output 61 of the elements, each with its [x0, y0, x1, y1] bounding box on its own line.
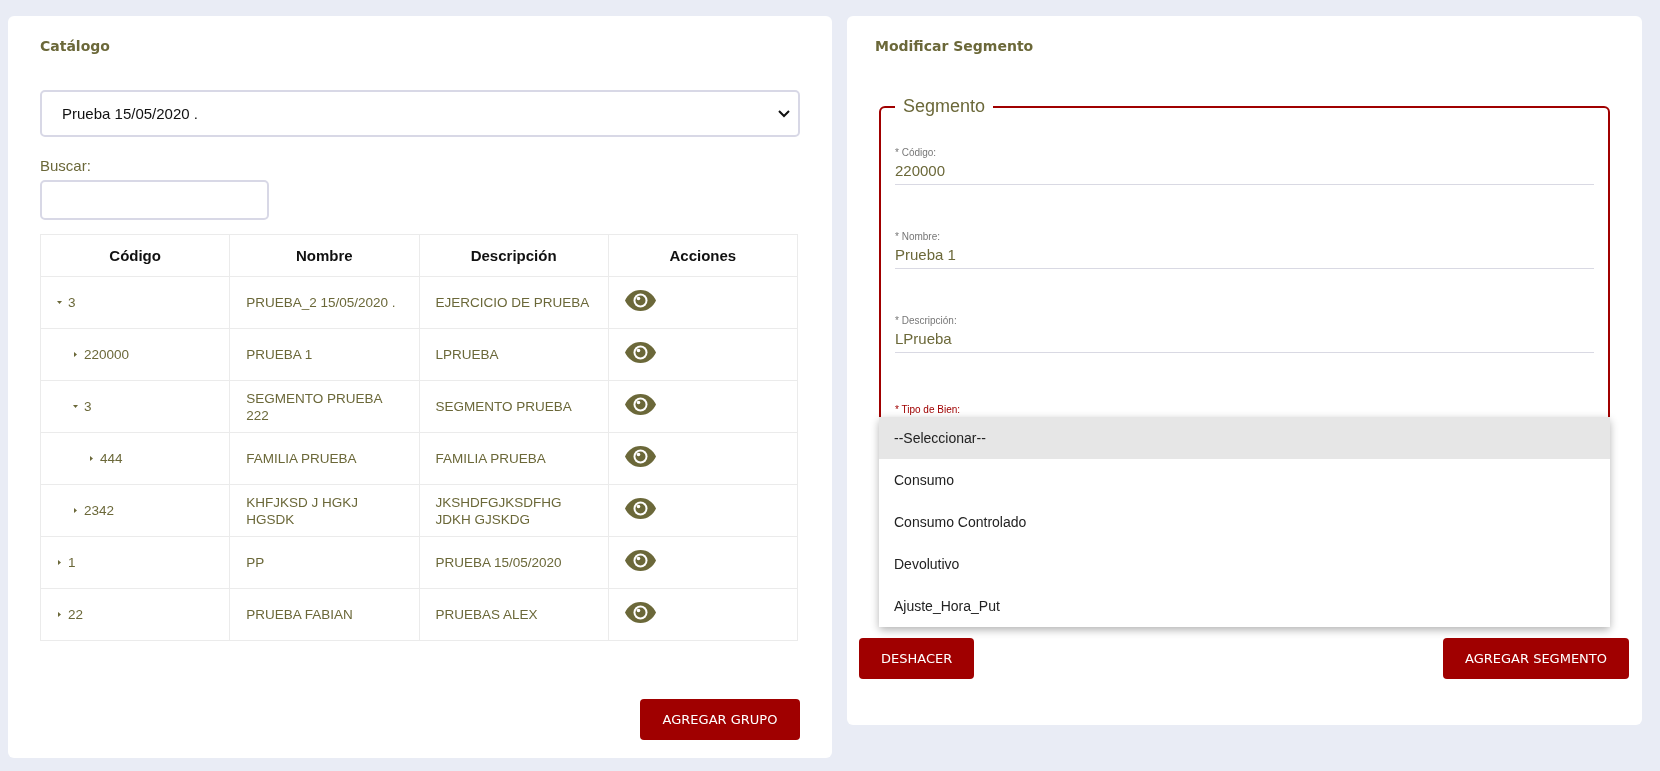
field-label: * Tipo de Bien: — [895, 404, 961, 415]
description-text: LPRUEBA — [435, 347, 499, 362]
fieldset-legend: Segmento — [903, 96, 986, 116]
dropdown-option[interactable]: --Seleccionar-- — [879, 417, 1610, 459]
column-header: Acciones — [669, 247, 737, 264]
description-text: PRUEBA 15/05/2020 — [435, 555, 562, 570]
catalog-select[interactable]: Prueba 15/05/2020 . — [40, 90, 800, 137]
dropdown-option[interactable]: Devolutivo — [879, 543, 1610, 585]
caret-right-icon[interactable] — [73, 508, 78, 513]
caret-down-icon[interactable] — [73, 404, 78, 409]
code-text: 2342 — [84, 502, 115, 519]
text-field[interactable]: 220000 — [895, 162, 1594, 185]
chevron-down-icon — [778, 109, 790, 118]
dropdown-option[interactable]: Consumo Controlado — [879, 501, 1610, 543]
column-header: Nombre — [296, 247, 353, 264]
description-text: SEGMENTO PRUEBA — [435, 399, 572, 414]
name-text: SEGMENTO PRUEBA 222 — [246, 390, 382, 423]
code-text: 444 — [100, 450, 123, 467]
eye-icon[interactable] — [624, 342, 656, 363]
eye-icon[interactable] — [624, 602, 656, 623]
column-header: Código — [109, 247, 161, 264]
column-header: Descripción — [470, 247, 557, 264]
caret-down-icon[interactable] — [57, 300, 62, 305]
panel-title: Catálogo — [40, 38, 111, 54]
undo-button[interactable]: DESHACER — [859, 638, 975, 679]
eye-icon[interactable] — [624, 446, 656, 467]
description-text: JKSHDFGJKSDFHG JDKH GJSKDG — [435, 494, 562, 527]
text-field[interactable]: Prueba 1 — [895, 246, 1594, 269]
caret-right-icon[interactable] — [73, 352, 78, 357]
name-text: PRUEBA_2 15/05/2020 . — [246, 295, 396, 310]
eye-icon[interactable] — [624, 394, 656, 415]
name-text: KHFJKSD J HGKJ HGSDK — [246, 494, 358, 527]
name-text: PRUEBA FABIAN — [246, 607, 353, 622]
name-text: PRUEBA 1 — [246, 347, 313, 362]
description-text: PRUEBAS ALEX — [435, 607, 538, 622]
name-text: PP — [246, 555, 265, 570]
code-text: 22 — [68, 606, 84, 623]
field-label: * Descripción: — [895, 315, 958, 326]
description-text: FAMILIA PRUEBA — [435, 451, 546, 466]
field-label: * Código: — [895, 147, 938, 158]
code-text: 1 — [68, 554, 76, 571]
eye-icon[interactable] — [624, 550, 656, 571]
eye-icon[interactable] — [624, 498, 656, 519]
search-field[interactable] — [40, 180, 269, 220]
code-text: 220000 — [84, 346, 130, 363]
description-text: EJERCICIO DE PRUEBA — [435, 295, 590, 310]
code-text: 3 — [84, 398, 92, 415]
field-label: * Nombre: — [895, 231, 941, 242]
caret-right-icon[interactable] — [57, 560, 62, 565]
dropdown-option[interactable]: Ajuste_Hora_Put — [879, 585, 1610, 627]
code-text: 3 — [68, 294, 76, 311]
name-text: FAMILIA PRUEBA — [246, 451, 357, 466]
add-group-button[interactable]: AGREGAR GRUPO — [640, 699, 800, 740]
add-segment-button[interactable]: AGREGAR SEGMENTO — [1443, 638, 1629, 679]
caret-right-icon[interactable] — [89, 456, 94, 461]
panel-title: Modificar Segmento — [875, 38, 1035, 54]
dropdown-option[interactable]: Consumo — [879, 459, 1610, 501]
eye-icon[interactable] — [624, 290, 656, 311]
caret-right-icon[interactable] — [57, 612, 62, 617]
text-field[interactable]: LPrueba — [895, 330, 1594, 353]
search-label: Buscar: — [40, 157, 92, 174]
